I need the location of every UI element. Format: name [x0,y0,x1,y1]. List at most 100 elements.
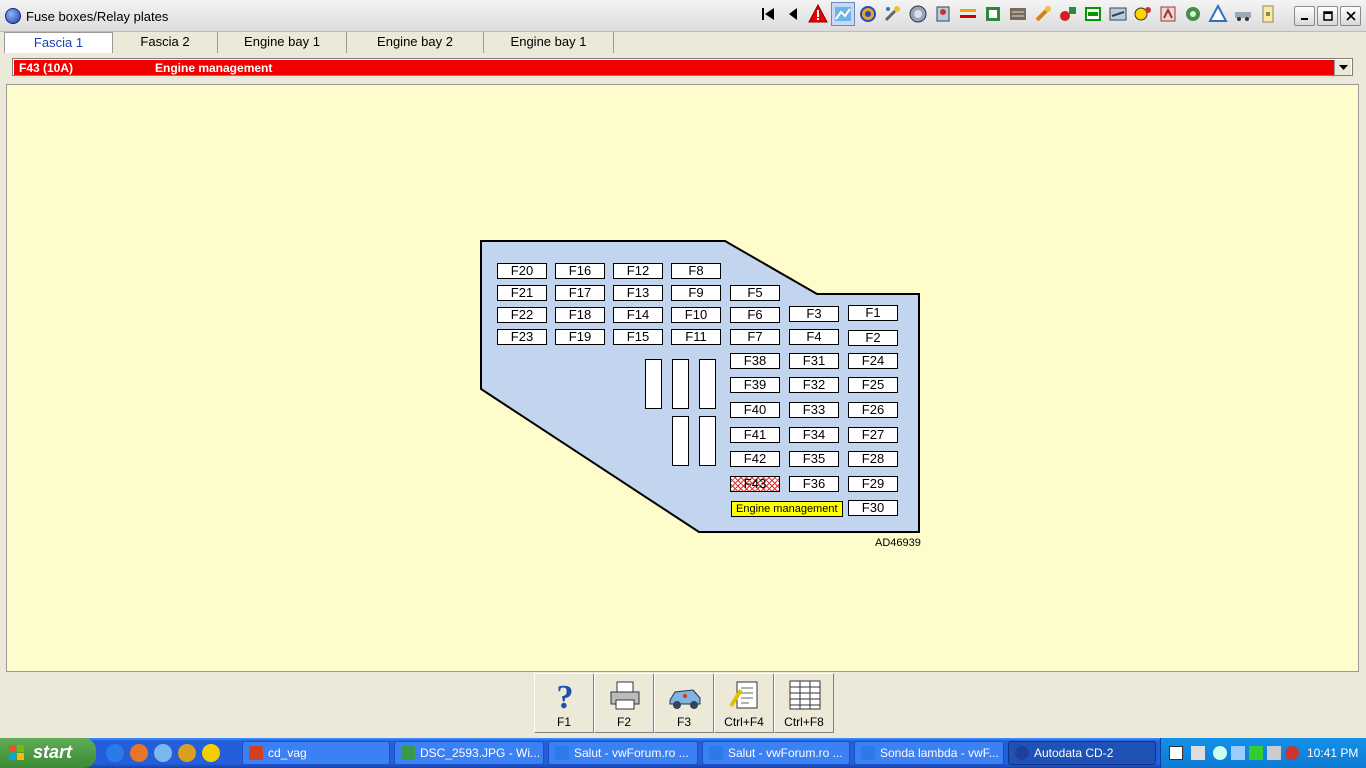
fuse-f19[interactable]: F19 [555,329,605,345]
relay-slot[interactable] [672,416,689,466]
previous-page-icon[interactable] [781,2,805,26]
fuse-f16[interactable]: F16 [555,263,605,279]
safely-remove-icon[interactable] [1191,746,1205,760]
fuse-f4[interactable]: F4 [789,329,839,345]
tab-fascia-1[interactable]: Fascia 1 [4,32,113,53]
fuse-f26[interactable]: F26 [848,402,898,418]
key-programming-icon[interactable] [1031,2,1055,26]
fuse-f25[interactable]: F25 [848,377,898,393]
fuse-f32[interactable]: F32 [789,377,839,393]
warning-icon[interactable] [806,2,830,26]
minimize-icon[interactable] [1294,6,1315,26]
fuse-box-icon[interactable] [981,2,1005,26]
fuse-f33[interactable]: F33 [789,402,839,418]
fuse-f34[interactable]: F34 [789,427,839,443]
taskbar-item[interactable]: Salut - vwForum.ro ... [548,741,698,765]
fuse-f36[interactable]: F36 [789,476,839,492]
fuse-f24[interactable]: F24 [848,353,898,369]
diagnostic-codes-icon[interactable] [1056,2,1080,26]
timing-icon[interactable] [906,2,930,26]
taskbar-item[interactable]: Salut - vwForum.ro ... [702,741,850,765]
first-page-icon[interactable] [756,2,780,26]
fuse-f14[interactable]: F14 [613,307,663,323]
messenger-icon[interactable] [202,744,220,762]
taskbar-item[interactable]: DSC_2593.JPG - Wi... [394,741,544,765]
fuse-f30[interactable]: F30 [848,500,898,516]
vehicle-icon[interactable] [1231,2,1255,26]
fuse-f5[interactable]: F5 [730,285,780,301]
service-tools-icon[interactable] [881,2,905,26]
internet-explorer-icon[interactable] [106,744,124,762]
fuse-f2[interactable]: F2 [848,330,898,346]
fuse-f41[interactable]: F41 [730,427,780,443]
application-icon[interactable] [178,744,196,762]
signal-icon[interactable] [1249,746,1263,760]
fuse-f23[interactable]: F23 [497,329,547,345]
fuse-f43-selected[interactable]: F43 [730,476,780,492]
vehicle-button[interactable]: F3 [654,673,714,733]
adjustment-icon[interactable] [931,2,955,26]
fuse-f21[interactable]: F21 [497,285,547,301]
fuse-selector[interactable]: F43 (10A) Engine management [12,58,1353,76]
print-button[interactable]: F2 [594,673,654,733]
start-button[interactable]: start [0,738,96,768]
selected-fuse-bar[interactable]: F43 (10A) Engine management [14,60,1334,75]
tab-engine-bay-2[interactable]: Engine bay 2 [347,32,484,53]
fuse-f6[interactable]: F6 [730,307,780,323]
chevron-left-icon[interactable] [1213,746,1227,760]
volume-icon[interactable] [1267,746,1281,760]
fuse-f42[interactable]: F42 [730,451,780,467]
fuse-f11[interactable]: F11 [671,329,721,345]
taskbar-item[interactable]: cd_vag [242,741,390,765]
tyres-icon[interactable] [1081,2,1105,26]
notes-button[interactable]: Ctrl+F4 [714,673,774,733]
airbag-icon[interactable] [1106,2,1130,26]
chevron-down-icon[interactable] [1334,60,1351,75]
fuse-f8[interactable]: F8 [671,263,721,279]
fuse-f27[interactable]: F27 [848,427,898,443]
fuse-f3[interactable]: F3 [789,306,839,322]
fuse-f28[interactable]: F28 [848,451,898,467]
firefox-icon[interactable] [130,744,148,762]
fuse-f22[interactable]: F22 [497,307,547,323]
taskbar-item[interactable]: Sonda lambda - vwF... [854,741,1004,765]
table-button[interactable]: Ctrl+F8 [774,673,834,733]
maximize-icon[interactable] [1317,6,1338,26]
browser-icon[interactable] [154,744,172,762]
fuse-f29[interactable]: F29 [848,476,898,492]
help-tray-icon[interactable] [1169,746,1183,760]
bluetooth-icon[interactable] [1285,746,1299,760]
air-conditioning-icon[interactable] [1131,2,1155,26]
service-indicator-icon[interactable] [1206,2,1230,26]
help-button[interactable]: ? F1 [534,673,594,733]
fuse-f38[interactable]: F38 [730,353,780,369]
taskbar-item-active[interactable]: Autodata CD-2 [1008,741,1156,765]
fuse-f9[interactable]: F9 [671,285,721,301]
fuse-f39[interactable]: F39 [730,377,780,393]
fuse-f40[interactable]: F40 [730,402,780,418]
fuse-f31[interactable]: F31 [789,353,839,369]
fuse-f10[interactable]: F10 [671,307,721,323]
fuse-f20[interactable]: F20 [497,263,547,279]
fuse-f13[interactable]: F13 [613,285,663,301]
close-icon[interactable] [1340,6,1361,26]
relay-slot[interactable] [699,359,716,409]
network-icon[interactable] [1231,746,1245,760]
electrical-icon[interactable] [1156,2,1180,26]
fuse-f17[interactable]: F17 [555,285,605,301]
brakes-icon[interactable] [956,2,980,26]
exit-icon[interactable] [1256,2,1280,26]
fuse-f7[interactable]: F7 [730,329,780,345]
fuse-f35[interactable]: F35 [789,451,839,467]
engine-icon[interactable] [856,2,880,26]
tab-fascia-2[interactable]: Fascia 2 [113,32,218,53]
fuse-f1[interactable]: F1 [848,305,898,321]
fuse-f18[interactable]: F18 [555,307,605,323]
sensor-icon[interactable] [1181,2,1205,26]
relay-slot[interactable] [645,359,662,409]
tab-engine-bay-1[interactable]: Engine bay 1 [218,32,347,53]
relay-slot[interactable] [699,416,716,466]
wiring-icon[interactable] [1006,2,1030,26]
fuse-f15[interactable]: F15 [613,329,663,345]
fuse-f12[interactable]: F12 [613,263,663,279]
